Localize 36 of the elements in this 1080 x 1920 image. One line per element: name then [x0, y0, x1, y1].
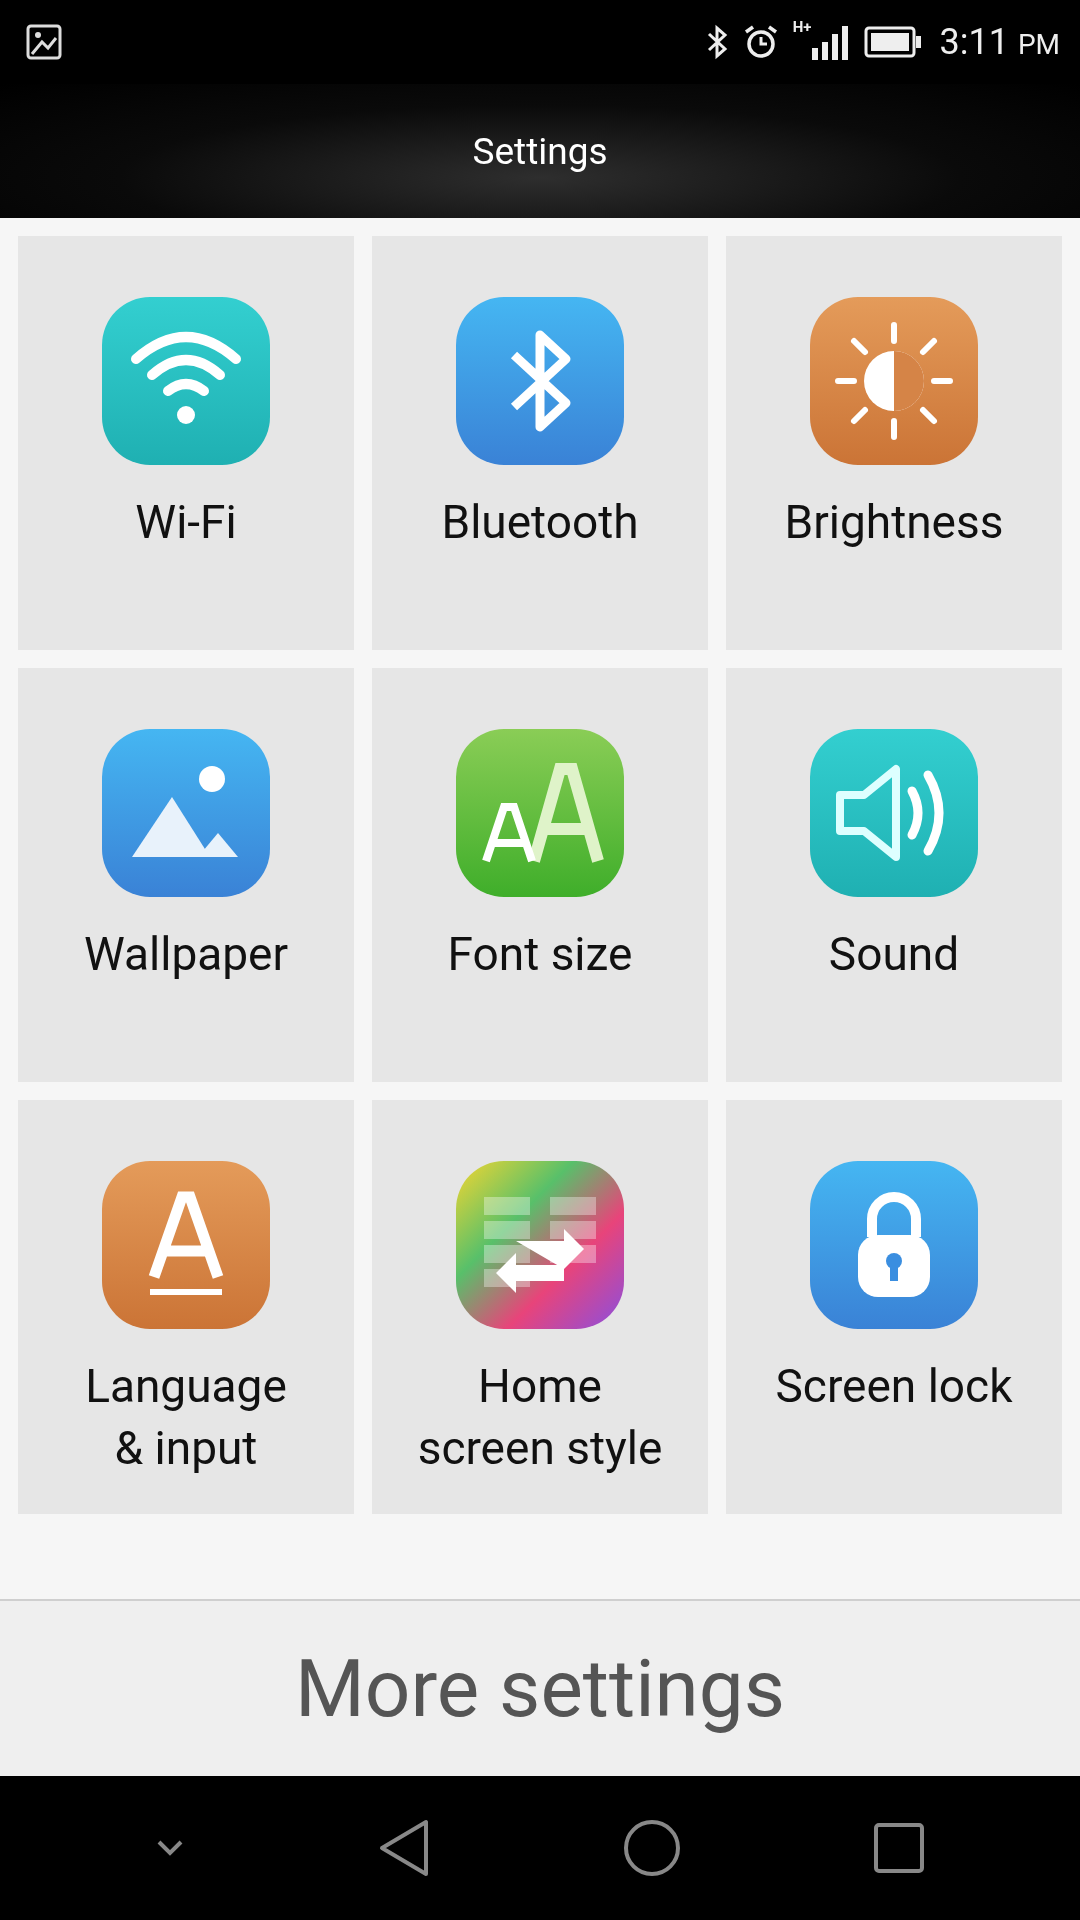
settings-tile[interactable]: Wi-Fi	[18, 236, 354, 650]
speaker-icon	[810, 729, 978, 897]
more-settings-button[interactable]: More settings	[0, 1599, 1080, 1776]
tile-label: Wi-Fi	[134, 494, 238, 551]
tile-label: Bluetooth	[440, 494, 640, 551]
tile-label: Sound	[827, 926, 961, 983]
recent-apps-icon[interactable]	[872, 1822, 925, 1874]
settings-tile[interactable]: Sound	[726, 668, 1062, 1082]
landscape-icon	[102, 729, 270, 897]
settings-tile[interactable]: Home screen style	[372, 1100, 708, 1514]
settings-tile[interactable]: Wallpaper	[18, 668, 354, 1082]
tile-label: Screen lock	[774, 1358, 1014, 1415]
settings-tile[interactable]: Bluetooth	[372, 236, 708, 650]
padlock-icon	[810, 1161, 978, 1329]
settings-tile[interactable]: Language & input	[18, 1100, 354, 1514]
battery-icon	[863, 26, 922, 58]
screen-title: Settings	[472, 129, 608, 173]
gallery-icon	[26, 24, 62, 60]
wifi-icon	[102, 297, 270, 465]
letter-icon	[102, 1161, 270, 1329]
tile-label: Brightness	[783, 494, 1005, 551]
sun-icon	[810, 297, 978, 465]
network-type: H+	[792, 18, 812, 36]
swap-arrows-icon	[456, 1161, 624, 1329]
tile-label: Home screen style	[416, 1358, 664, 1477]
status-time: 3:11 PM	[939, 21, 1060, 63]
settings-tile[interactable]: Brightness	[726, 236, 1062, 650]
tile-label: Language & input	[84, 1358, 288, 1477]
tile-label: Font size	[446, 926, 634, 983]
settings-tile[interactable]: Screen lock	[726, 1100, 1062, 1514]
tile-label: Wallpaper	[82, 926, 290, 983]
alarm-icon	[742, 24, 779, 60]
home-icon[interactable]	[622, 1818, 683, 1878]
font-size-icon	[456, 729, 624, 897]
bluetooth-icon	[456, 297, 624, 465]
settings-tile[interactable]: Font size	[372, 668, 708, 1082]
